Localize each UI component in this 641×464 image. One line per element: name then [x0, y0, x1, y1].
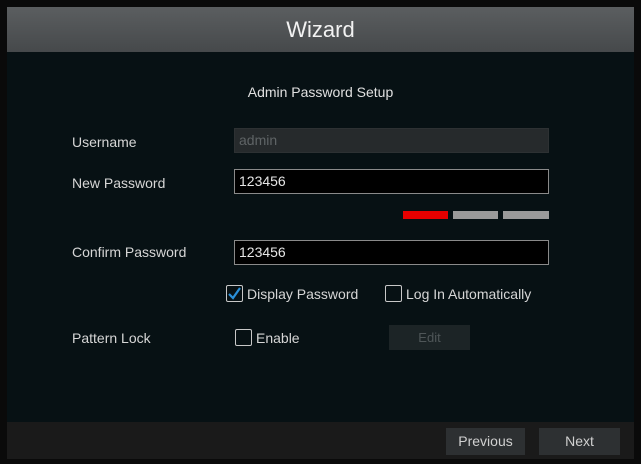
- next-button[interactable]: Next: [539, 428, 620, 455]
- pattern-lock-enable-label: Enable: [256, 329, 300, 346]
- wizard-footer: Previous Next: [7, 422, 634, 459]
- display-password-label: Display Password: [247, 285, 359, 302]
- wizard-window: Wizard Admin Password Setup Username adm…: [7, 7, 634, 459]
- confirm-password-field[interactable]: 123456: [234, 240, 549, 265]
- username-label: Username: [72, 134, 137, 150]
- new-password-field[interactable]: 123456: [234, 169, 549, 194]
- display-password-option[interactable]: Display Password: [226, 285, 358, 302]
- pattern-lock-edit-button: Edit: [389, 325, 470, 350]
- pattern-lock-label: Pattern Lock: [72, 330, 151, 346]
- password-strength-bar-3: [503, 211, 549, 219]
- pattern-lock-enable-option[interactable]: Enable: [235, 329, 300, 346]
- new-password-label: New Password: [72, 175, 166, 191]
- log-in-automatically-checkbox[interactable]: [385, 285, 402, 302]
- checkmark-icon: [228, 287, 241, 300]
- section-title: Admin Password Setup: [247, 84, 394, 100]
- log-in-automatically-option[interactable]: Log In Automatically: [385, 285, 531, 302]
- log-in-automatically-label: Log In Automatically: [406, 285, 532, 302]
- confirm-password-label: Confirm Password: [72, 244, 187, 260]
- password-strength-bar-1: [403, 211, 448, 219]
- username-field: admin: [234, 128, 549, 153]
- wizard-content: Admin Password Setup Username admin New …: [7, 52, 634, 422]
- previous-button[interactable]: Previous: [446, 428, 525, 455]
- window-title: Wizard: [7, 7, 634, 52]
- display-password-checkbox[interactable]: [226, 285, 243, 302]
- password-strength-bar-2: [453, 211, 498, 219]
- pattern-lock-enable-checkbox[interactable]: [235, 329, 252, 346]
